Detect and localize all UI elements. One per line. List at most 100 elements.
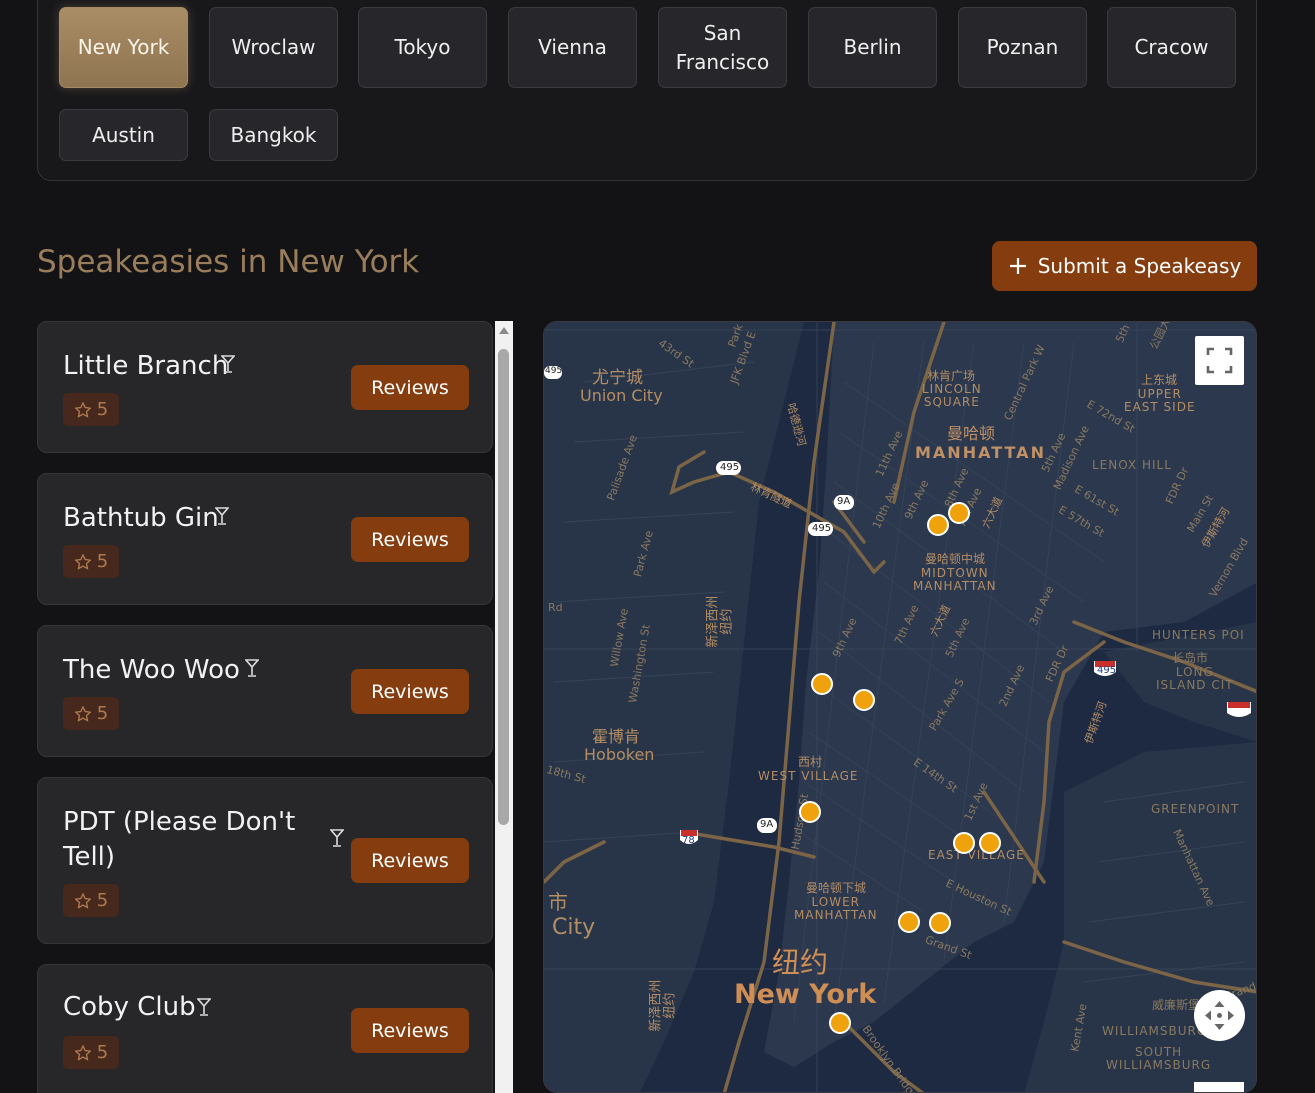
fullscreen-icon: [1206, 347, 1233, 374]
map-label-nj-cn-1: 新泽西州 纽约: [705, 595, 735, 648]
map-label-east-village: EAST VILLAGE: [928, 848, 1025, 862]
route-9a-shield: 9A: [760, 819, 774, 830]
rating-badge: 5: [63, 545, 119, 578]
speakeasy-marker[interactable]: [953, 832, 975, 854]
submit-speakeasy-label: Submit a Speakeasy: [1037, 254, 1242, 278]
star-outline-icon: [74, 401, 91, 417]
star-outline-icon: [74, 892, 91, 908]
city-button-cracow[interactable]: Cracow: [1107, 7, 1236, 88]
speakeasy-marker[interactable]: [929, 912, 951, 934]
speakeasy-marker[interactable]: [948, 502, 970, 524]
star-outline-icon: [74, 553, 91, 569]
map-label-hunters-point: HUNTERS POI: [1152, 628, 1245, 642]
speakeasy-name: PDT (Please Don't Tell): [63, 807, 296, 872]
map-label-lower-manhattan-cn: 曼哈顿下城: [806, 881, 867, 895]
speakeasy-card: PDT (Please Don't Tell) 5 Reviews: [37, 777, 493, 944]
city-button-austin[interactable]: Austin: [59, 109, 188, 161]
speakeasy-marker[interactable]: [811, 673, 833, 695]
city-button-bangkok[interactable]: Bangkok: [209, 109, 338, 161]
reviews-button[interactable]: Reviews: [351, 517, 469, 562]
cocktail-glass-icon: [244, 658, 260, 683]
map-label-jersey-city: City: [552, 915, 596, 940]
speakeasy-card: Little Branch 5 Reviews: [37, 321, 493, 453]
my-location-button[interactable]: [1194, 990, 1245, 1041]
speakeasy-marker[interactable]: [853, 689, 875, 711]
zoom-control[interactable]: [1194, 1082, 1244, 1092]
route-78-shield: 78: [682, 835, 695, 846]
map-label-midtown: MIDTOWN MANHATTAN: [913, 566, 997, 593]
speakeasy-card: The Woo Woo 5 Reviews: [37, 625, 493, 757]
map-label-west-village: WEST VILLAGE: [758, 769, 859, 783]
city-button-poznan[interactable]: Poznan: [958, 7, 1087, 88]
rating-badge: 5: [63, 697, 119, 730]
cocktail-glass-icon: [329, 828, 345, 853]
map-label-long-island-city: LONG ISLAND CIT: [1156, 665, 1234, 692]
map-label-lincoln-square: LINCOLN SQUARE: [922, 382, 982, 409]
scroll-up-arrow-icon[interactable]: [499, 327, 509, 334]
rating-value: 5: [96, 551, 109, 572]
map-label-south-williamsburg: SOUTH WILLIAMSBURG: [1106, 1045, 1212, 1072]
city-button-wroclaw[interactable]: Wroclaw: [209, 7, 338, 88]
plus-icon: [1008, 256, 1028, 277]
cocktail-glass-icon: [196, 997, 212, 1022]
reviews-button[interactable]: Reviews: [351, 838, 469, 883]
speakeasy-marker[interactable]: [799, 801, 821, 823]
map-label-new-york-cn: 纽约: [772, 946, 829, 979]
rating-value: 5: [96, 890, 109, 911]
rating-value: 5: [96, 399, 109, 420]
cocktail-glass-icon: [214, 506, 230, 531]
map-label-lincoln-cn: 林肯广场: [927, 369, 976, 383]
map-label-hoboken-cn: 霍博肯: [592, 727, 641, 746]
list-scrollbar[interactable]: [495, 321, 513, 1093]
section-title: Speakeasies in New York: [37, 244, 420, 280]
speakeasy-marker[interactable]: [979, 832, 1001, 854]
submit-speakeasy-button[interactable]: Submit a Speakeasy: [992, 241, 1257, 291]
my-location-icon: [1205, 1001, 1234, 1030]
map-label-manhattan: MANHATTAN: [915, 443, 1046, 462]
speakeasy-card: Coby Club 5 Reviews: [37, 964, 493, 1093]
rating-badge: 5: [63, 1036, 119, 1069]
city-button-berlin[interactable]: Berlin: [808, 7, 937, 88]
speakeasy-name: Coby Club: [63, 992, 196, 1022]
route-495-shield: 495: [545, 366, 563, 376]
city-button-new-york[interactable]: New York: [59, 7, 188, 88]
map-label-upper-east-cn: 上东城: [1141, 373, 1178, 387]
map-label-lic-cn: 长岛市: [1172, 651, 1209, 665]
route-495-shield: 495: [1097, 665, 1117, 676]
map-label-west-village-cn: 西村: [798, 755, 823, 769]
speakeasy-map[interactable]: 尤宁城 Union City 林肯广场 LINCOLN SQUARE 曼哈顿 M…: [543, 321, 1257, 1093]
speakeasy-marker[interactable]: [898, 911, 920, 933]
map-label-union-city: Union City: [580, 386, 663, 405]
city-button-san-francisco[interactable]: San Francisco: [658, 7, 787, 88]
map-label-lenox-hill: LENOX HILL: [1092, 458, 1172, 472]
speakeasy-marker[interactable]: [829, 1012, 851, 1034]
route-495-shield: 495: [812, 523, 832, 534]
speakeasy-card: Bathtub Gin 5 Reviews: [37, 473, 493, 605]
map-label-hoboken: Hoboken: [584, 745, 655, 764]
map-label-midtown-cn: 曼哈顿中城: [925, 552, 986, 566]
cocktail-glass-icon: [220, 354, 236, 379]
city-button-tokyo[interactable]: Tokyo: [358, 7, 487, 88]
speakeasy-marker[interactable]: [927, 514, 949, 536]
route-9a-shield: 9A: [837, 496, 851, 507]
map-label-rd: Rd: [548, 601, 563, 614]
city-selector-panel: New York Wroclaw Tokyo Vienna San Franci…: [37, 0, 1257, 181]
fullscreen-button[interactable]: [1195, 336, 1244, 385]
rating-badge: 5: [63, 884, 119, 917]
map-label-jersey-city-cn: 市: [548, 890, 568, 914]
city-button-vienna[interactable]: Vienna: [508, 7, 637, 88]
rating-value: 5: [96, 703, 109, 724]
star-outline-icon: [74, 1044, 91, 1060]
map-label-upper-east-side: UPPER EAST SIDE: [1124, 387, 1196, 414]
rating-value: 5: [96, 1042, 109, 1063]
map-label-manhattan-cn: 曼哈顿: [947, 424, 996, 443]
reviews-button[interactable]: Reviews: [351, 365, 469, 410]
map-label-lower-manhattan: LOWER MANHATTAN: [794, 895, 878, 922]
reviews-button[interactable]: Reviews: [351, 1008, 469, 1053]
map-label-williamsburg: WILLIAMSBURG: [1102, 1024, 1208, 1038]
scrollbar-thumb[interactable]: [498, 349, 509, 825]
map-label-nj-cn-2: 新泽西州 纽约: [648, 979, 678, 1032]
map-label-williamsburg-cn: 威廉斯堡: [1152, 998, 1201, 1012]
reviews-button[interactable]: Reviews: [351, 669, 469, 714]
speakeasy-name: Bathtub Gin: [63, 503, 219, 533]
